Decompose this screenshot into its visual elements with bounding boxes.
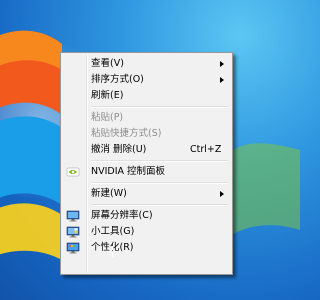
screen-resolution-icon [66,210,80,222]
menu-item-paste-shortcut-label: 粘贴快捷方式(S) [91,128,162,139]
menu-item-sort-by[interactable]: 排序方式(O) [63,72,230,88]
menu-item-view[interactable]: 查看(V) [63,56,230,72]
menu-item-sort-by-label: 排序方式(O) [91,74,144,85]
menu-item-undo-shortcut: Ctrl+Z [190,144,222,155]
menu-item-undo-delete-label: 撤消 删除(U) [91,144,147,155]
menu-item-new[interactable]: 新建(W) [63,186,230,202]
desktop-context-menu: 查看(V) 排序方式(O) 刷新(E) 粘贴(P) 粘贴快捷方式(S) 撤消 删… [60,52,233,275]
submenu-arrow-icon [220,77,224,83]
menu-item-paste-shortcut[interactable]: 粘贴快捷方式(S) [63,126,230,142]
menu-item-personalize[interactable]: 个性化(R) [63,240,230,256]
menu-item-undo-delete[interactable]: 撤消 删除(U) Ctrl+Z [63,142,230,158]
menu-item-refresh[interactable]: 刷新(E) [63,88,230,104]
submenu-arrow-icon [220,61,224,67]
menu-item-screen-resolution-label: 屏幕分辨率(C) [91,210,153,221]
menu-item-refresh-label: 刷新(E) [91,90,124,101]
menu-item-paste-label: 粘贴(P) [91,112,124,123]
menu-item-gadgets[interactable]: 小工具(G) [63,224,230,240]
menu-item-nvidia-control-panel[interactable]: NVIDIA 控制面板 [63,164,230,180]
menu-item-paste[interactable]: 粘贴(P) [63,110,230,126]
menu-item-view-label: 查看(V) [91,58,124,69]
menu-item-screen-resolution[interactable]: 屏幕分辨率(C) [63,208,230,224]
menu-item-new-label: 新建(W) [91,188,127,199]
mouse-cursor-icon [107,246,118,257]
menu-item-gadgets-label: 小工具(G) [91,226,135,237]
menu-item-nvidia-label: NVIDIA 控制面板 [91,166,166,177]
nvidia-icon [66,167,80,177]
gadgets-icon [66,226,80,238]
personalize-icon [66,242,80,254]
submenu-arrow-icon [220,191,224,197]
